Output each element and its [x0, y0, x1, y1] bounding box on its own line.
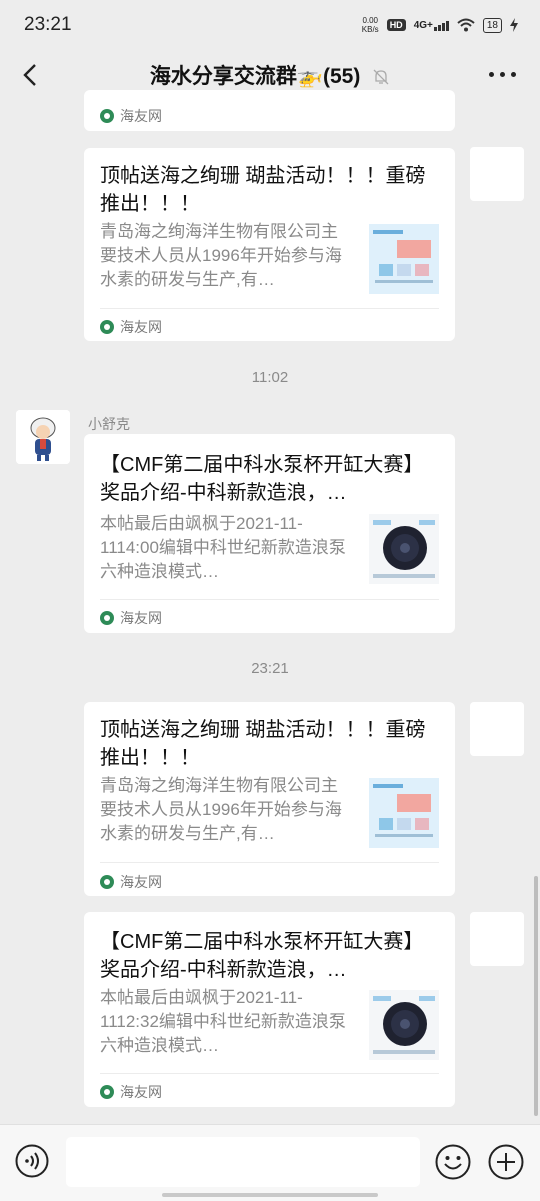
status-icons: 0.00 KB/s HD 4G+ 18 — [362, 16, 518, 34]
card-description: 本帖最后由飒枫于2021-11-1112:32编辑中科世纪新款造浪泵六种造浪模式… — [100, 988, 346, 1055]
pilot-avatar-icon — [16, 410, 70, 464]
card-description: 青岛海之绚海洋生物有限公司主要技术人员从1996年开始参与海水素的研发与生产,有… — [100, 222, 342, 289]
scrollbar[interactable] — [534, 876, 538, 1116]
card-description: 本帖最后由飒枫于2021-11-1114:00编辑中科世纪新款造浪泵六种造浪模式… — [100, 514, 346, 581]
source-logo-icon — [100, 875, 114, 889]
source-logo-icon — [100, 320, 114, 334]
message-card-0[interactable]: 海友网 — [84, 90, 455, 131]
card-thumbnail — [369, 224, 439, 294]
status-bar: 23:21 0.00 KB/s HD 4G+ 18 — [0, 0, 540, 50]
message-card-1[interactable]: 顶帖送海之绚珊 瑚盐活动！！！重磅推出！！！ 青岛海之绚海洋生物有限公司主要技术… — [84, 148, 455, 341]
plus-icon[interactable] — [488, 1144, 524, 1180]
self-avatar[interactable] — [470, 912, 524, 966]
source-label: 海友网 — [120, 108, 162, 124]
input-bar — [0, 1124, 540, 1201]
chat-title: 海水分享交流群🚁(55) — [0, 60, 540, 90]
card-description: 青岛海之绚海洋生物有限公司主要技术人员从1996年开始参与海水素的研发与生产,有… — [100, 776, 342, 843]
card-title: 顶帖送海之绚珊 瑚盐活动！！！重磅推出！！！ — [100, 165, 426, 215]
card-source: 海友网 — [100, 872, 162, 892]
card-divider — [100, 1073, 439, 1074]
home-indicator — [162, 1193, 378, 1197]
timestamp: 23:21 — [251, 660, 289, 677]
self-avatar[interactable] — [470, 147, 524, 201]
message-card-3[interactable]: 顶帖送海之绚珊 瑚盐活动！！！重磅推出！！！ 青岛海之绚海洋生物有限公司主要技术… — [84, 702, 455, 896]
card-title: 【CMF第二届中科水泵杯开缸大赛】奖品介绍-中科新款造浪，… — [100, 454, 424, 504]
card-divider — [100, 862, 439, 863]
card-source: 海友网 — [100, 608, 162, 628]
card-thumbnail — [369, 778, 439, 848]
voice-icon[interactable] — [15, 1144, 49, 1178]
source-logo-icon — [100, 1085, 114, 1099]
chat-title-text: 海水分享交流群🚁(55) — [149, 65, 361, 88]
self-avatar[interactable] — [470, 702, 524, 756]
card-thumbnail — [369, 990, 439, 1060]
net-speed: 0.00 KB/s — [362, 16, 379, 34]
source-logo-icon — [100, 611, 114, 625]
source-label: 海友网 — [120, 874, 162, 890]
status-time: 23:21 — [24, 14, 72, 35]
source-label: 海友网 — [120, 1084, 162, 1100]
hd-icon: HD — [386, 19, 406, 31]
card-divider — [100, 308, 439, 309]
net-speed-unit: KB/s — [361, 25, 379, 34]
network-type: 4G+ — [413, 19, 433, 31]
message-card-4[interactable]: 【CMF第二届中科水泵杯开缸大赛】奖品介绍-中科新款造浪，… 本帖最后由飒枫于2… — [84, 912, 455, 1107]
source-label: 海友网 — [120, 319, 162, 335]
emoji-icon[interactable] — [435, 1144, 471, 1180]
battery-icon: 18 — [482, 17, 502, 33]
card-title: 【CMF第二届中科水泵杯开缸大赛】奖品介绍-中科新款造浪，… — [100, 931, 424, 981]
source-label: 海友网 — [120, 610, 162, 626]
card-source: 海友网 — [100, 317, 162, 337]
signal-icon: 4G+ — [414, 20, 449, 31]
source-logo-icon — [100, 109, 114, 123]
card-source: 海友网 — [100, 1082, 162, 1102]
sender-avatar[interactable] — [16, 410, 70, 464]
charging-icon — [510, 18, 518, 32]
card-thumbnail — [369, 514, 439, 584]
net-speed-value: 0.00 — [362, 16, 379, 25]
wifi-icon — [457, 18, 475, 32]
card-title: 顶帖送海之绚珊 瑚盐活动！！！重磅推出！！！ — [100, 719, 426, 769]
more-icon[interactable] — [489, 72, 516, 77]
card-source: 海友网 — [100, 106, 162, 126]
timestamp: 11:02 — [251, 369, 289, 386]
card-divider — [100, 599, 439, 600]
message-input[interactable] — [66, 1137, 420, 1187]
message-card-2[interactable]: 【CMF第二届中科水泵杯开缸大赛】奖品介绍-中科新款造浪，… 本帖最后由飒枫于2… — [84, 434, 455, 633]
mute-bell-icon — [373, 69, 389, 85]
sender-name: 小舒克 — [88, 416, 130, 432]
